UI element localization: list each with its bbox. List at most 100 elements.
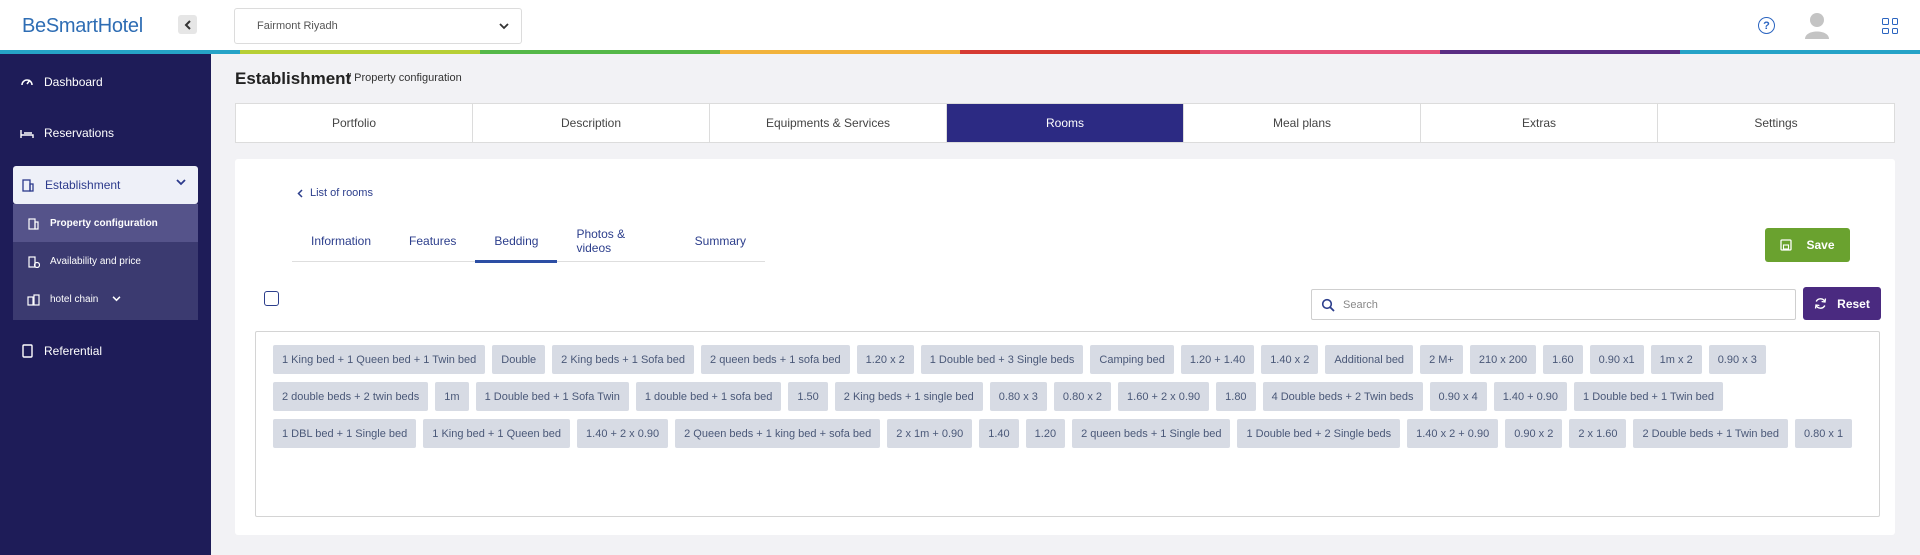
building-icon bbox=[27, 217, 40, 230]
sidebar-item-hotel-chain[interactable]: hotel chain bbox=[13, 280, 198, 318]
tab-meal-plans[interactable]: Meal plans bbox=[1184, 104, 1421, 142]
subtab-photos-videos[interactable]: Photos & videos bbox=[557, 221, 675, 261]
chevron-down-icon bbox=[499, 22, 509, 29]
bedding-chip[interactable]: 1.40 + 2 x 0.90 bbox=[577, 419, 669, 448]
bedding-chip[interactable]: 1 Double bed + 3 Single beds bbox=[920, 345, 1084, 374]
select-all-checkbox[interactable] bbox=[264, 291, 279, 306]
bedding-chip[interactable]: 0.90 x 2 bbox=[1505, 419, 1563, 448]
bedding-chip[interactable]: 1.60 + 2 x 0.90 bbox=[1118, 382, 1210, 411]
bedding-chip[interactable]: 0.80 x 1 bbox=[1794, 419, 1853, 448]
bedding-chip[interactable]: 1m bbox=[435, 382, 469, 411]
bedding-chip[interactable]: 1 King bed + 1 Queen bed + 1 Twin bed bbox=[273, 345, 486, 374]
sidebar-item-label: hotel chain bbox=[50, 293, 99, 305]
bedding-chip[interactable]: 2 x 1.60 bbox=[1569, 419, 1627, 448]
back-link-label: List of rooms bbox=[310, 187, 373, 199]
bedding-chip[interactable]: 2 King beds + 1 single bed bbox=[834, 382, 983, 411]
breadcrumb[interactable]: / Property configuration bbox=[348, 72, 462, 84]
sidebar-item-availability-and-price[interactable]: Availability and price bbox=[13, 242, 198, 280]
hotel-select[interactable]: Fairmont Riyadh bbox=[234, 8, 522, 44]
bedding-chip[interactable]: 0.90 x 4 bbox=[1429, 382, 1487, 411]
subtab-summary[interactable]: Summary bbox=[676, 221, 765, 261]
search-placeholder: Search bbox=[1343, 298, 1378, 311]
bedding-chip[interactable]: 1.40 x 2 + 0.90 bbox=[1407, 419, 1499, 448]
bedding-chip[interactable]: 1.20 bbox=[1025, 419, 1066, 448]
sidebar-item-dashboard[interactable]: Dashboard bbox=[0, 71, 211, 93]
bedding-chip[interactable]: 2 King beds + 1 Sofa bed bbox=[552, 345, 695, 374]
dashboard-icon bbox=[20, 75, 34, 89]
bedding-chip[interactable]: 4 Double beds + 2 Twin beds bbox=[1262, 382, 1423, 411]
tab-settings[interactable]: Settings bbox=[1658, 104, 1894, 142]
bedding-chip[interactable]: 1.80 bbox=[1216, 382, 1256, 411]
bedding-chip[interactable]: 1.20 x 2 bbox=[856, 345, 914, 374]
bedding-chip[interactable]: Camping bed bbox=[1090, 345, 1174, 374]
sidebar: Dashboard Reservations Establishment Pro… bbox=[0, 54, 211, 555]
tab-extras[interactable]: Extras bbox=[1421, 104, 1658, 142]
bedding-chip[interactable]: 1.60 bbox=[1543, 345, 1583, 374]
bedding-chip[interactable]: 210 x 200 bbox=[1469, 345, 1537, 374]
bedding-chip[interactable]: 1 double bed + 1 sofa bed bbox=[635, 382, 782, 411]
tab-description[interactable]: Description bbox=[473, 104, 710, 142]
tab-equipments-services[interactable]: Equipments & Services bbox=[710, 104, 947, 142]
page-title: Establishment bbox=[235, 69, 352, 88]
bedding-chip[interactable]: 1 DBL bed + 1 Single bed bbox=[273, 419, 417, 448]
avatar[interactable] bbox=[1804, 11, 1830, 39]
bedding-chip[interactable]: 1 Double bed + 2 Single beds bbox=[1237, 419, 1401, 448]
search-input[interactable]: Search bbox=[1311, 289, 1796, 320]
refresh-icon bbox=[1814, 297, 1827, 310]
bedding-chip[interactable]: 0.90 x1 bbox=[1589, 345, 1644, 374]
bedding-chip[interactable]: 0.90 x 3 bbox=[1708, 345, 1766, 374]
sidebar-item-referential[interactable]: Referential bbox=[0, 340, 211, 362]
bedding-chip[interactable]: 2 queen beds + 1 sofa bed bbox=[701, 345, 850, 374]
chevron-down-icon bbox=[176, 179, 186, 186]
apps-grid-icon[interactable] bbox=[1882, 18, 1898, 34]
bedding-chip[interactable]: Additional bed bbox=[1325, 345, 1414, 374]
subtab-bedding[interactable]: Bedding bbox=[475, 221, 558, 263]
bedding-chip[interactable]: Double bbox=[492, 345, 546, 374]
bedding-chip[interactable]: 1m x 2 bbox=[1650, 345, 1702, 374]
building-price-icon bbox=[27, 255, 40, 268]
bedding-chip[interactable]: 1 Double bed + 1 Sofa Twin bbox=[475, 382, 629, 411]
hotel-select-value: Fairmont Riyadh bbox=[257, 20, 338, 32]
stripe-segment bbox=[1200, 50, 1440, 54]
help-icon[interactable]: ? bbox=[1758, 17, 1775, 34]
search-icon bbox=[1321, 298, 1335, 312]
save-icon bbox=[1780, 239, 1793, 251]
color-stripe bbox=[0, 50, 1920, 54]
sidebar-item-property-configuration[interactable]: Property configuration bbox=[13, 204, 198, 242]
stripe-segment bbox=[480, 50, 720, 54]
sidebar-item-label: Reservations bbox=[44, 126, 115, 140]
reset-button[interactable]: Reset bbox=[1803, 287, 1881, 320]
bedding-chip[interactable]: 2 M+ bbox=[1420, 345, 1463, 374]
bedding-chip[interactable]: 0.80 x 2 bbox=[1053, 382, 1112, 411]
chain-icon bbox=[27, 293, 40, 306]
bedding-chip[interactable]: 2 double beds + 2 twin beds bbox=[273, 382, 429, 411]
bedding-chip[interactable]: 1.50 bbox=[788, 382, 828, 411]
property-tabs: Portfolio Description Equipments & Service… bbox=[235, 103, 1895, 143]
bedding-chip[interactable]: 2 Queen beds + 1 king bed + sofa bed bbox=[675, 419, 881, 448]
stripe-segment bbox=[720, 50, 960, 54]
back-to-list-link[interactable]: List of rooms bbox=[297, 187, 373, 199]
bedding-chip[interactable]: 1 Double bed + 1 Twin bed bbox=[1574, 382, 1724, 411]
save-button[interactable]: Save bbox=[1765, 228, 1850, 262]
chevron-left-icon bbox=[297, 188, 303, 198]
bedding-options: 1 King bed + 1 Queen bed + 1 Twin bed Dou… bbox=[255, 331, 1880, 517]
bedding-chip[interactable]: 2 queen beds + 1 Single bed bbox=[1072, 419, 1231, 448]
chevron-left-icon bbox=[184, 19, 191, 30]
sidebar-item-reservations[interactable]: Reservations bbox=[0, 122, 211, 144]
brand-logo[interactable]: BeSmartHotel bbox=[22, 15, 143, 38]
bedding-chip[interactable]: 1.40 + 0.90 bbox=[1493, 382, 1568, 411]
subtab-features[interactable]: Features bbox=[390, 221, 475, 261]
sidebar-item-establishment[interactable]: Establishment bbox=[13, 166, 198, 204]
bedding-chip[interactable]: 1.40 x 2 bbox=[1261, 345, 1319, 374]
bedding-chip[interactable]: 1.20 + 1.40 bbox=[1180, 345, 1255, 374]
bedding-chip[interactable]: 0.80 x 3 bbox=[989, 382, 1047, 411]
bedding-chip[interactable]: 1.40 bbox=[979, 419, 1019, 448]
tab-rooms[interactable]: Rooms bbox=[947, 104, 1184, 142]
bedding-chip[interactable]: 1 King bed + 1 Queen bed bbox=[423, 419, 571, 448]
subtab-information[interactable]: Information bbox=[292, 221, 390, 261]
tab-portfolio[interactable]: Portfolio bbox=[236, 104, 473, 142]
stripe-segment bbox=[240, 50, 480, 54]
bedding-chip[interactable]: 2 Double beds + 1 Twin bed bbox=[1633, 419, 1788, 448]
collapse-sidebar-button[interactable] bbox=[178, 15, 197, 34]
bedding-chip[interactable]: 2 x 1m + 0.90 bbox=[887, 419, 973, 448]
